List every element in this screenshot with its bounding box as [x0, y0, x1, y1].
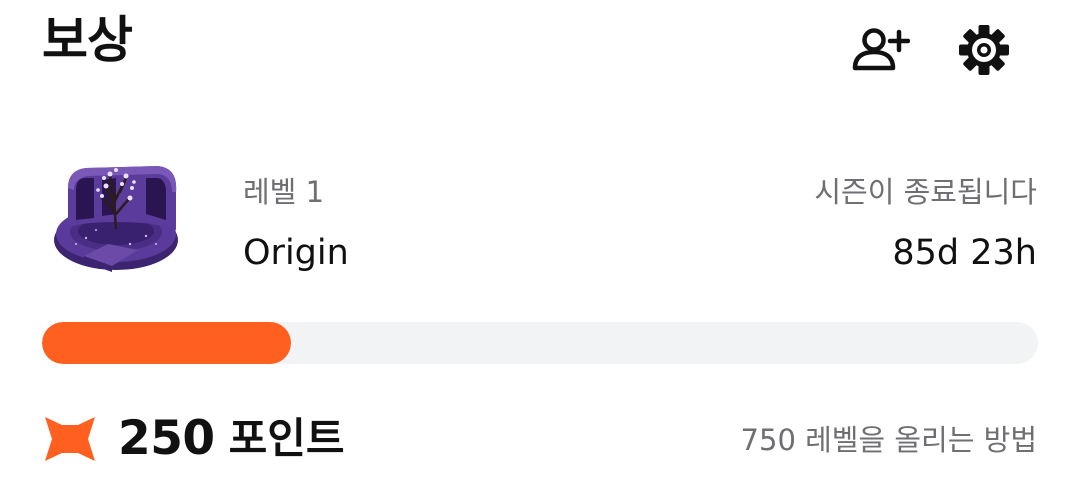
- points-summary: 250 포인트: [42, 406, 345, 472]
- points-value: 250: [118, 411, 215, 466]
- level-up-info-link[interactable]: 750 레벨을 올리는 방법: [741, 419, 1037, 461]
- season-ends-label: 시즌이 종료됩니다: [814, 175, 1037, 209]
- level-label: 레벨 1: [243, 175, 325, 209]
- points-unit: 포인트: [228, 414, 345, 463]
- level-progress-fill: [42, 322, 291, 364]
- season-remaining-time: 85d 23h: [892, 233, 1037, 273]
- level-name: Origin: [243, 233, 349, 273]
- level-progress-bar: [42, 322, 1038, 364]
- add-friend-button[interactable]: [850, 22, 910, 78]
- settings-button[interactable]: [954, 22, 1014, 78]
- rewards-screen: 보상 레벨 1 Origin 시즌이 종료됩니다 85d 23h 250 포인트…: [0, 0, 1080, 504]
- person-add-icon: [852, 28, 910, 71]
- page-title: 보상: [42, 11, 133, 69]
- season-emblem-image: [54, 166, 178, 272]
- fox-icon: [45, 417, 95, 461]
- gear-icon: [959, 25, 1009, 75]
